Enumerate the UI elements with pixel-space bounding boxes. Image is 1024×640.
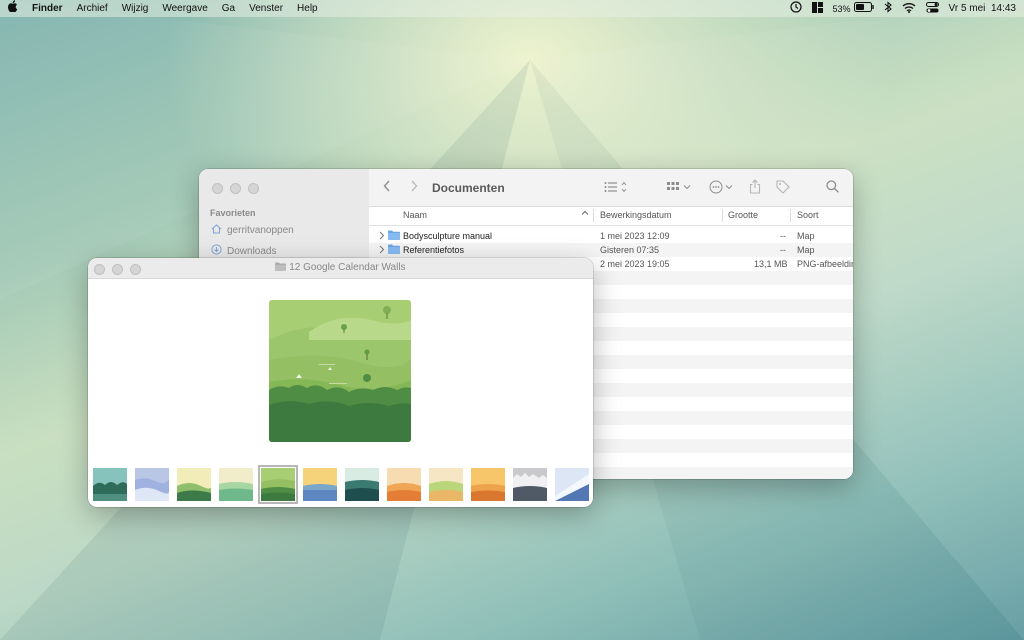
- thumbnail[interactable]: [555, 468, 589, 501]
- window-controls: [212, 183, 259, 194]
- tag-icon[interactable]: [776, 180, 790, 197]
- preview-titlebar: 12 Google Calendar Walls: [88, 258, 593, 279]
- more-actions-icon[interactable]: [709, 180, 735, 197]
- wifi-icon[interactable]: [902, 2, 916, 16]
- thumbnail[interactable]: [135, 468, 169, 501]
- zoom-button[interactable]: [248, 183, 259, 194]
- home-icon: [211, 224, 222, 237]
- menu-venster[interactable]: Venster: [242, 0, 290, 17]
- thumbnail[interactable]: [513, 468, 547, 501]
- close-button[interactable]: [212, 183, 223, 194]
- thumbnail[interactable]: [177, 468, 211, 501]
- folder-icon: [388, 230, 400, 242]
- thumbnail[interactable]: [387, 468, 421, 501]
- thumbnail-strip: [93, 465, 590, 504]
- preview-window: 12 Google Calendar Walls: [88, 258, 593, 507]
- battery-icon[interactable]: [853, 2, 874, 15]
- control-center-icon[interactable]: [925, 1, 939, 16]
- folder-icon: [275, 262, 287, 273]
- column-kind[interactable]: Soort: [797, 210, 819, 220]
- menu-weergave[interactable]: Weergave: [155, 0, 214, 17]
- column-date[interactable]: Bewerkingsdatum: [600, 210, 672, 220]
- screen-time-icon[interactable]: [789, 1, 802, 16]
- thumbnail[interactable]: [429, 468, 463, 501]
- file-size: --: [780, 245, 786, 255]
- menu-clock[interactable]: Vr 5 mei 14:43: [949, 3, 1016, 14]
- chevron-left-icon[interactable]: [383, 180, 391, 195]
- window-layout-icon[interactable]: [811, 1, 823, 16]
- sidebar-item-downloads[interactable]: Downloads: [211, 244, 276, 258]
- finder-toolbar: Documenten: [369, 169, 853, 207]
- group-view-icon[interactable]: [667, 181, 693, 196]
- sidebar-item-home[interactable]: gerritvanoppen: [211, 224, 294, 237]
- column-header: Naam Bewerkingsdatum Grootte Soort: [369, 206, 853, 226]
- thumbnail[interactable]: [471, 468, 505, 501]
- download-icon: [211, 244, 222, 258]
- file-kind: PNG-afbeelding: [797, 259, 853, 269]
- file-date: 2 mei 2023 19:05: [600, 259, 670, 269]
- sidebar-section-favorites: Favorieten: [210, 208, 256, 218]
- file-kind: Map: [797, 245, 815, 255]
- menu-bar: Finder Archief Wijzig Weergave Ga Venste…: [0, 0, 1024, 17]
- sort-ascending-icon[interactable]: [581, 209, 589, 219]
- column-size[interactable]: Grootte: [728, 210, 758, 220]
- menu-app-finder[interactable]: Finder: [25, 0, 70, 17]
- file-date: Gisteren 07:35: [600, 245, 660, 255]
- list-view-icon[interactable]: [604, 181, 630, 196]
- battery-percentage: 53%: [832, 3, 851, 14]
- table-row[interactable]: Referentiefotos Gisteren 07:35 -- Map: [369, 243, 853, 257]
- sidebar-item-label: gerritvanoppen: [227, 225, 294, 236]
- thumbnail[interactable]: [93, 468, 127, 501]
- preview-title: 12 Google Calendar Walls: [88, 262, 593, 273]
- main-preview-image: [269, 300, 411, 442]
- folder-icon: [388, 244, 400, 256]
- menu-archief[interactable]: Archief: [70, 0, 115, 17]
- apple-logo-icon[interactable]: [0, 0, 25, 18]
- search-icon[interactable]: [826, 180, 839, 196]
- minimize-button[interactable]: [230, 183, 241, 194]
- table-row[interactable]: Bodysculpture manual 1 mei 2023 12:09 --…: [369, 229, 853, 243]
- column-name[interactable]: Naam: [403, 210, 427, 220]
- menu-ga[interactable]: Ga: [215, 0, 242, 17]
- chevron-right-icon[interactable]: [410, 180, 418, 195]
- disclosure-triangle-icon[interactable]: [379, 245, 385, 256]
- menu-wijzig[interactable]: Wijzig: [115, 0, 156, 17]
- thumbnail[interactable]: [219, 468, 253, 501]
- file-name: Bodysculpture manual: [403, 231, 493, 241]
- menu-help[interactable]: Help: [290, 0, 325, 17]
- file-name: Referentiefotos: [403, 245, 465, 255]
- sidebar-item-label: Downloads: [227, 245, 277, 257]
- thumbnail-selected[interactable]: [258, 465, 298, 504]
- file-kind: Map: [797, 231, 815, 241]
- share-icon[interactable]: [749, 179, 761, 197]
- thumbnail[interactable]: [345, 468, 379, 501]
- thumbnail[interactable]: [303, 468, 337, 501]
- disclosure-triangle-icon[interactable]: [379, 231, 385, 242]
- bluetooth-icon[interactable]: [884, 1, 892, 16]
- file-size: 13,1 MB: [754, 259, 788, 269]
- file-size: --: [780, 231, 786, 241]
- window-title: Documenten: [432, 181, 505, 195]
- file-date: 1 mei 2023 12:09: [600, 231, 670, 241]
